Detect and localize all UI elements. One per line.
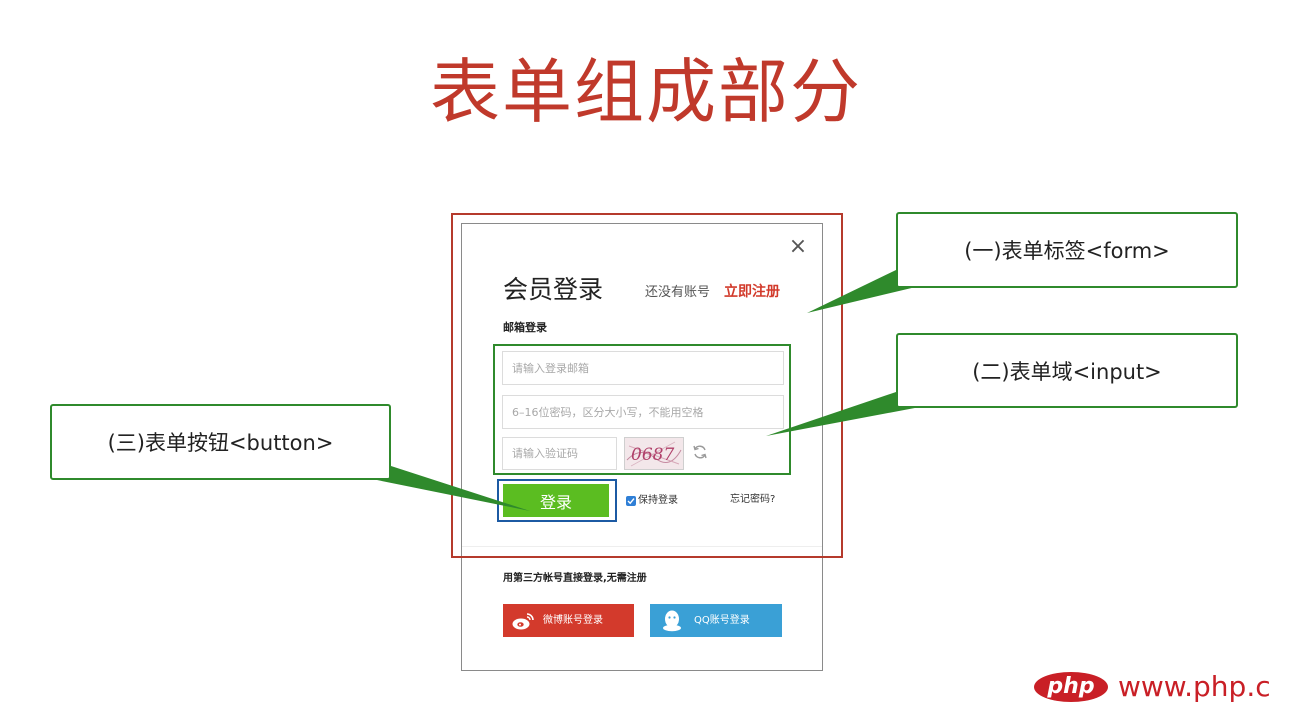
third-party-login-label: 用第三方帐号直接登录,无需注册 (503, 573, 647, 584)
watermark-site-text: www.php.c (1118, 670, 1271, 703)
weibo-login-label: 微博账号登录 (543, 614, 603, 626)
button-highlight-frame (497, 479, 617, 522)
callout-form: (一)表单标签<form> (896, 212, 1238, 288)
watermark: php www.php.c (1034, 672, 1271, 702)
qq-icon (650, 609, 694, 633)
weibo-icon (503, 611, 543, 631)
callout-button-text: (三)表单按钮<button> (107, 431, 334, 455)
callout-input-text: (二)表单域<input> (972, 359, 1162, 384)
callout-form-text: (一)表单标签<form> (964, 239, 1170, 263)
callout-button: (三)表单按钮<button> (50, 404, 391, 480)
weibo-login-button[interactable]: 微博账号登录 (503, 604, 634, 637)
input-highlight-frame (493, 344, 791, 475)
php-logo: php (1034, 672, 1108, 702)
qq-login-label: QQ账号登录 (694, 614, 750, 626)
qq-login-button[interactable]: QQ账号登录 (650, 604, 782, 637)
slide-title: 表单组成部分 (430, 51, 862, 133)
callout-input: (二)表单域<input> (896, 333, 1238, 408)
